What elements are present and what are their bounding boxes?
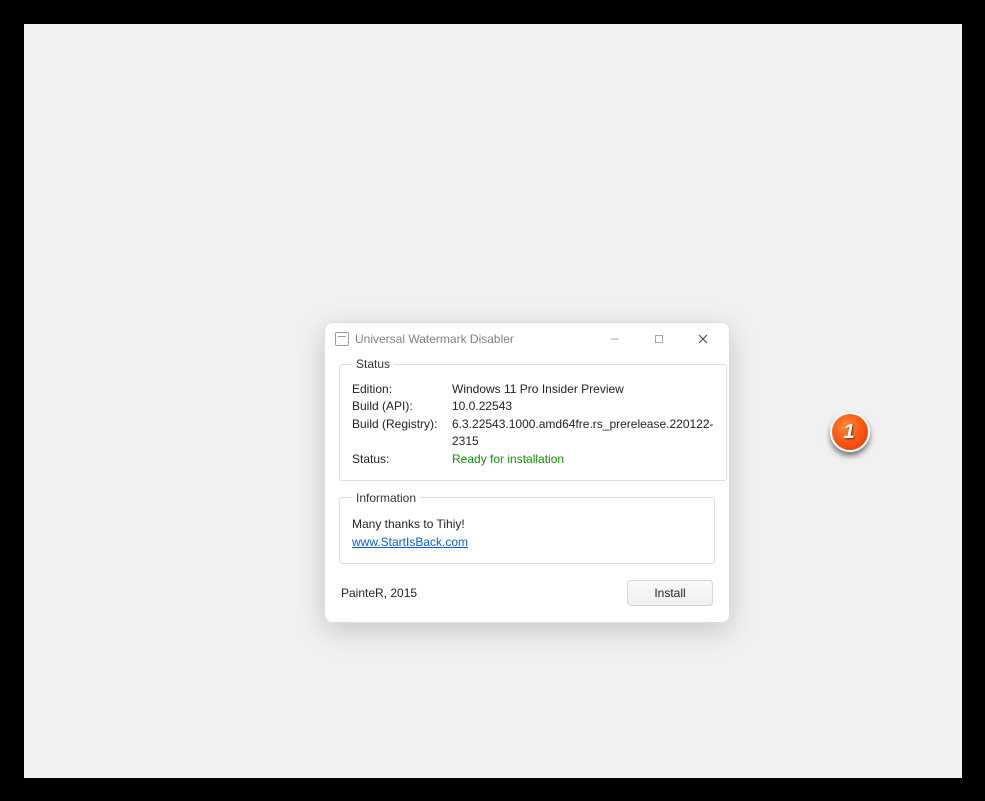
maximize-button[interactable] (637, 325, 681, 353)
close-button[interactable] (681, 325, 725, 353)
install-button[interactable]: Install (627, 580, 713, 606)
status-label: Status: (352, 451, 444, 468)
window-content: Status Edition: Windows 11 Pro Insider P… (325, 355, 729, 622)
window-controls (593, 325, 725, 353)
build-api-value: 10.0.22543 (452, 398, 714, 415)
edition-value: Windows 11 Pro Insider Preview (452, 381, 714, 398)
build-api-label: Build (API): (352, 398, 444, 415)
status-value: Ready for installation (452, 451, 714, 468)
startisback-link[interactable]: www.StartIsBack.com (352, 535, 468, 549)
build-registry-value: 6.3.22543.1000.amd64fre.rs_prerelease.22… (452, 416, 714, 451)
app-icon (335, 332, 349, 346)
titlebar[interactable]: Universal Watermark Disabler (325, 323, 729, 355)
window-title: Universal Watermark Disabler (355, 332, 593, 346)
footer: PainteR, 2015 Install (339, 574, 715, 608)
information-legend: Information (352, 491, 420, 505)
credit-text: PainteR, 2015 (341, 586, 417, 600)
status-legend: Status (352, 357, 394, 371)
build-registry-label: Build (Registry): (352, 416, 444, 451)
thanks-text: Many thanks to Tihiy! (352, 515, 702, 533)
edition-label: Edition: (352, 381, 444, 398)
desktop-background: Universal Watermark Disabler Status Edit… (24, 24, 962, 778)
information-group: Information Many thanks to Tihiy! www.St… (339, 491, 715, 564)
minimize-button[interactable] (593, 325, 637, 353)
annotation-number: 1 (843, 422, 854, 442)
app-window: Universal Watermark Disabler Status Edit… (324, 322, 730, 623)
annotation-callout: 1 (830, 412, 870, 452)
status-group: Status Edition: Windows 11 Pro Insider P… (339, 357, 727, 481)
